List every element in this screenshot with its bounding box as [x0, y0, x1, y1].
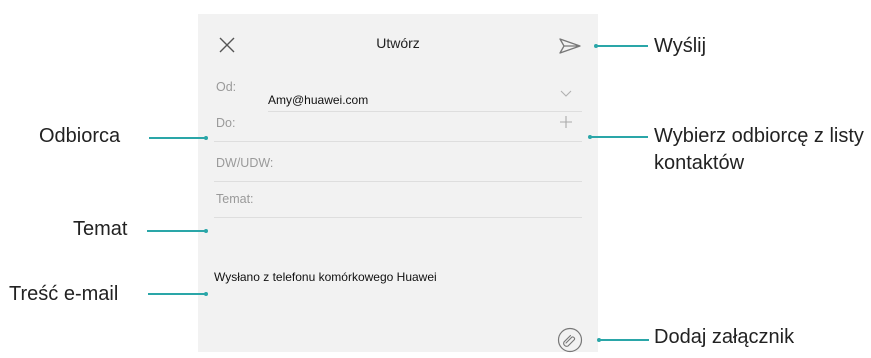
leader-dot — [204, 229, 208, 233]
chevron-down-icon[interactable] — [560, 90, 572, 98]
callout-choose-contact: Wybierz odbiorcę z listy kontaktów — [654, 125, 864, 174]
leader-line — [590, 136, 648, 138]
leader-line — [599, 339, 649, 341]
callout-send: Wyślij — [654, 35, 707, 57]
leader-line — [148, 293, 205, 295]
subject-field[interactable]: Temat: — [214, 178, 582, 218]
send-icon — [559, 38, 581, 54]
callout-subject: Temat — [73, 218, 128, 240]
leader-dot — [588, 135, 592, 139]
cc-field[interactable]: DW/UDW: — [214, 142, 582, 182]
leader-line — [149, 137, 205, 139]
leader-dot — [594, 44, 598, 48]
leader-line — [596, 45, 648, 47]
callout-add-attachment: Dodaj załącznik — [654, 326, 795, 348]
top-bar: Utwórz — [198, 14, 598, 72]
close-icon — [219, 37, 235, 53]
leader-dot — [204, 292, 208, 296]
send-button[interactable] — [558, 37, 582, 55]
cc-label: DW/UDW: — [216, 156, 274, 170]
leader-dot — [597, 338, 601, 342]
subject-label: Temat: — [216, 192, 254, 206]
page-title: Utwórz — [376, 35, 420, 51]
plus-icon[interactable] — [559, 115, 573, 129]
attach-button[interactable] — [557, 327, 583, 353]
callout-email-body: Treść e-mail — [9, 283, 119, 305]
from-label: Od: — [216, 80, 237, 94]
leader-dot — [204, 136, 208, 140]
callout-recipient: Odbiorca — [39, 125, 121, 147]
divider — [214, 217, 582, 218]
close-button[interactable] — [216, 34, 238, 56]
compose-screen: Utwórz Od: Amy@huawei.com Do: DW/UDW: Te… — [198, 14, 598, 353]
to-field[interactable]: Do: — [214, 102, 582, 142]
email-body[interactable]: Wysłano z telefonu komórkowego Huawei — [214, 270, 437, 284]
paperclip-icon — [557, 327, 583, 353]
to-label: Do: — [216, 116, 236, 130]
leader-line — [147, 230, 205, 232]
